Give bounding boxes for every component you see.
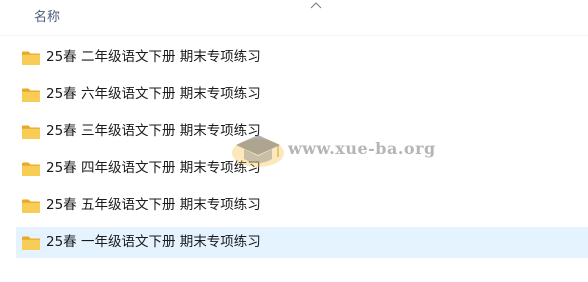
folder-icon — [22, 125, 40, 139]
folder-icon — [22, 51, 40, 65]
folder-row-selected[interactable]: 25春 一年级语文下册 期末专项练习 — [16, 227, 588, 258]
folder-name: 25春 一年级语文下册 期末专项练习 — [46, 234, 261, 250]
folder-icon — [22, 88, 40, 102]
file-list: 25春 二年级语文下册 期末专项练习 25春 六年级语文下册 期末专项练习 25… — [16, 42, 588, 264]
folder-icon — [22, 236, 40, 250]
file-explorer: 名称 25春 二年级语文下册 期末专项练习 25春 六年级语文下册 期末专项练习 — [0, 0, 588, 282]
folder-row[interactable]: 25春 二年级语文下册 期末专项练习 — [16, 42, 588, 73]
folder-name: 25春 二年级语文下册 期末专项练习 — [46, 49, 261, 65]
folder-name: 25春 六年级语文下册 期末专项练习 — [46, 86, 261, 102]
folder-icon — [22, 199, 40, 213]
column-header: 名称 — [0, 0, 588, 36]
folder-name: 25春 三年级语文下册 期末专项练习 — [46, 123, 261, 139]
name-column-header[interactable]: 名称 — [34, 9, 60, 27]
folder-icon — [22, 162, 40, 176]
folder-row[interactable]: 25春 三年级语文下册 期末专项练习 — [16, 116, 588, 147]
folder-row[interactable]: 25春 六年级语文下册 期末专项练习 — [16, 79, 588, 110]
header-divider — [0, 35, 588, 36]
folder-row[interactable]: 25春 五年级语文下册 期末专项练习 — [16, 190, 588, 221]
folder-row[interactable]: 25春 四年级语文下册 期末专项练习 — [16, 153, 588, 184]
chevron-up-icon[interactable] — [309, 1, 323, 11]
folder-name: 25春 四年级语文下册 期末专项练习 — [46, 160, 261, 176]
folder-name: 25春 五年级语文下册 期末专项练习 — [46, 197, 261, 213]
